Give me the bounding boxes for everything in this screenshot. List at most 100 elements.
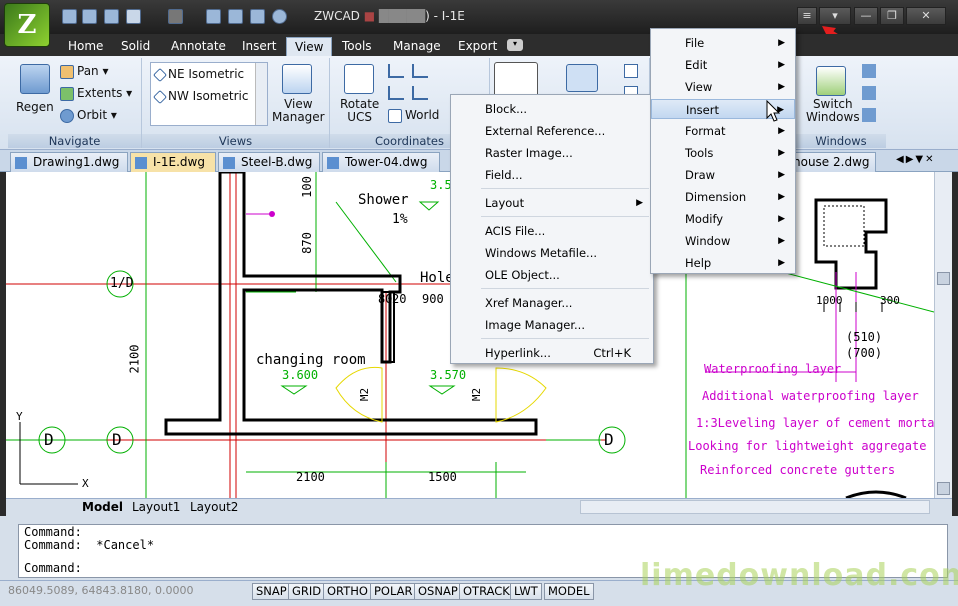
switch-windows-button[interactable]: Switch Windows xyxy=(806,98,860,124)
menu-item-block[interactable]: Block... xyxy=(451,99,653,119)
horizontal-scrollbar[interactable] xyxy=(580,500,930,514)
restore-button[interactable]: ❐ xyxy=(880,7,904,25)
command-history-line: Command: *Cancel* xyxy=(24,538,155,552)
small-tool-icon[interactable] xyxy=(624,64,638,78)
ucs-icon[interactable] xyxy=(412,64,428,78)
menu-toggle-button[interactable]: ≡ xyxy=(797,7,817,25)
ucs-icon[interactable] xyxy=(388,64,404,78)
tile-vertical-icon[interactable] xyxy=(862,86,876,100)
orbit-button[interactable]: Orbit ▾ xyxy=(60,108,117,123)
doc-tab-nav-icons[interactable]: ◀▶▼✕ xyxy=(896,154,935,165)
grid-toggle[interactable]: GRID xyxy=(288,583,326,600)
tab-tools[interactable]: Tools xyxy=(334,37,380,56)
menu-item-image-manager[interactable]: Image Manager... xyxy=(451,315,653,335)
ucs-icon[interactable] xyxy=(412,86,428,100)
menu-item-window[interactable]: Window ▶ xyxy=(651,231,795,251)
tab-solid[interactable]: Solid xyxy=(113,37,158,56)
redo-icon[interactable] xyxy=(168,9,183,24)
osnap-toggle[interactable]: OSNAP xyxy=(414,583,462,600)
open-file-icon[interactable] xyxy=(82,9,97,24)
tile-horizontal-icon[interactable] xyxy=(862,64,876,78)
menu-item-xref-manager[interactable]: Xref Manager... xyxy=(451,293,653,313)
ucs-icon xyxy=(388,108,402,123)
menu-item-external-reference[interactable]: External Reference... xyxy=(451,121,653,141)
view-nw-isometric[interactable]: NW Isometric xyxy=(152,89,248,104)
menu-item-modify[interactable]: Modify ▶ xyxy=(651,209,795,229)
menu-item-file[interactable]: File ▶ xyxy=(651,33,795,53)
tab-insert[interactable]: Insert xyxy=(234,37,284,56)
otrack-toggle[interactable]: OTRACK xyxy=(459,583,514,600)
close-button[interactable]: ✕ xyxy=(906,7,946,25)
menu-item-layout[interactable]: Layout ▶ xyxy=(451,193,653,213)
lwt-toggle[interactable]: LWT xyxy=(510,583,542,600)
print-icon[interactable] xyxy=(228,9,243,24)
scroll-thumb[interactable] xyxy=(937,272,950,285)
snap-toggle[interactable]: SNAP xyxy=(252,583,291,600)
ucs-icon[interactable] xyxy=(388,86,404,100)
tab-manage[interactable]: Manage xyxy=(385,37,449,56)
rotate-ucs-button[interactable]: Rotate UCS xyxy=(340,98,379,124)
dimension-text: 100 xyxy=(299,176,314,198)
doc-tab-tower-04[interactable]: Tower-04.dwg xyxy=(322,152,440,172)
layout-tab-layout2[interactable]: Layout2 xyxy=(190,499,238,515)
vertical-scrollbar[interactable] xyxy=(934,172,952,498)
preview-icon[interactable] xyxy=(250,9,265,24)
dimension-text: 870 xyxy=(299,232,314,254)
undo-icon[interactable] xyxy=(126,9,141,24)
menu-item-windows-metafile[interactable]: Windows Metafile... xyxy=(451,243,653,263)
regen-icon xyxy=(20,64,50,94)
doc-tab-drawing1[interactable]: Drawing1.dwg xyxy=(10,152,128,172)
menu-item-raster-image[interactable]: Raster Image... xyxy=(451,143,653,163)
copy-icon[interactable] xyxy=(206,9,221,24)
elevation-label: 3.5 xyxy=(430,178,452,192)
tab-annotate[interactable]: Annotate xyxy=(163,37,234,56)
menu-item-edit[interactable]: Edit ▶ xyxy=(651,55,795,75)
menu-item-tools[interactable]: Tools ▶ xyxy=(651,143,795,163)
help-icon[interactable] xyxy=(272,9,287,24)
views-list-scrollbar[interactable] xyxy=(255,63,267,125)
viewport-icon[interactable] xyxy=(566,64,598,92)
menu-item-help[interactable]: Help ▶ xyxy=(651,253,795,273)
menu-item-ole-object[interactable]: OLE Object... xyxy=(451,265,653,285)
doc-tab-i-1e[interactable]: I-1E.dwg xyxy=(130,152,216,172)
pan-button[interactable]: Pan ▾ xyxy=(60,64,109,79)
save-icon[interactable] xyxy=(104,9,119,24)
ortho-toggle[interactable]: ORTHO xyxy=(323,583,372,600)
polar-toggle[interactable]: POLAR xyxy=(370,583,417,600)
ucs-world-select[interactable]: World xyxy=(388,108,439,123)
tab-view[interactable]: View xyxy=(286,37,333,56)
menu-separator xyxy=(481,188,649,189)
view-manager-button[interactable]: View Manager xyxy=(272,98,325,124)
regen-button[interactable]: Regen xyxy=(16,100,54,114)
scroll-down-icon[interactable] xyxy=(937,482,950,495)
detail-note: Reinforced concrete gutters xyxy=(700,463,896,477)
panel-label: Windows xyxy=(796,134,886,148)
menu-item-view[interactable]: View ▶ xyxy=(651,77,795,97)
menu-item-field[interactable]: Field... xyxy=(451,165,653,185)
doc-tab-steel-b[interactable]: Steel-B.dwg xyxy=(218,152,320,172)
menu-item-draw[interactable]: Draw ▶ xyxy=(651,165,795,185)
minimize-button[interactable]: — xyxy=(854,7,878,25)
menu-item-hyperlink[interactable]: Hyperlink... Ctrl+K xyxy=(451,343,653,363)
menu-item-acis-file[interactable]: ACIS File... xyxy=(451,221,653,241)
app-logo-icon[interactable]: Z xyxy=(4,3,50,47)
detail-note: Additional waterproofing layer xyxy=(702,389,919,403)
dimension-text: 900 xyxy=(422,292,444,306)
extents-button[interactable]: Extents ▾ xyxy=(60,86,132,101)
menu-item-format[interactable]: Format ▶ xyxy=(651,121,795,141)
tab-home[interactable]: Home xyxy=(60,37,111,56)
menu-item-dimension[interactable]: Dimension ▶ xyxy=(651,187,795,207)
shortcut-label: Ctrl+K xyxy=(593,346,631,360)
view-ne-isometric[interactable]: NE Isometric xyxy=(152,67,244,82)
views-list[interactable]: NE Isometric NW Isometric xyxy=(150,62,268,126)
doc-tab-house-2[interactable]: house 2.dwg xyxy=(788,152,876,172)
tab-export[interactable]: Export xyxy=(450,37,505,56)
model-toggle[interactable]: MODEL xyxy=(544,583,594,600)
ribbon-minimize-icon[interactable]: ▾ xyxy=(507,39,523,51)
new-file-icon[interactable] xyxy=(62,9,77,24)
workspace-button[interactable]: ▾ xyxy=(819,7,851,25)
layout-tab-layout1[interactable]: Layout1 xyxy=(132,499,180,515)
layout-tab-model[interactable]: Model xyxy=(82,499,123,515)
grid-bubble-label: D xyxy=(112,430,122,449)
cascade-icon[interactable] xyxy=(862,108,876,122)
